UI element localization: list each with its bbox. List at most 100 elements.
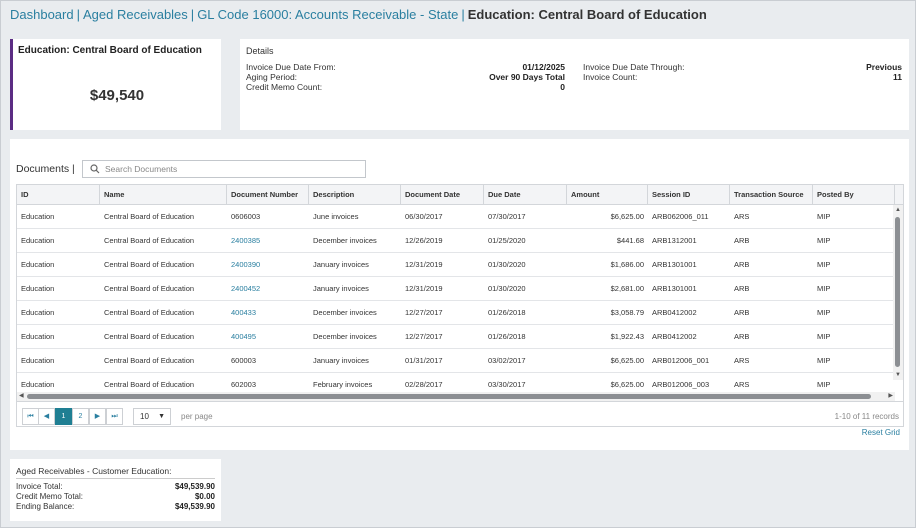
column-header-description[interactable]: Description bbox=[309, 185, 401, 205]
cell-session-id: ARB012006_001 bbox=[652, 356, 710, 365]
breadcrumb-separator: | bbox=[76, 7, 80, 22]
column-header-posted-by[interactable]: Posted By bbox=[813, 185, 895, 205]
scroll-right-icon[interactable]: ▶ bbox=[888, 392, 893, 401]
first-page-button[interactable]: ⏮ bbox=[22, 408, 39, 425]
page-2-button[interactable]: 2 bbox=[72, 408, 89, 425]
grid-header: ID Name Document Number Description Document… bbox=[17, 185, 903, 205]
cell-id: Education bbox=[21, 308, 55, 317]
vertical-scrollbar[interactable]: ▲ ▼ bbox=[893, 205, 903, 380]
cell-description: January invoices bbox=[313, 356, 369, 365]
cell-document-date: 12/31/2019 bbox=[405, 260, 443, 269]
table-row[interactable]: Education Central Board of Education 06060… bbox=[17, 205, 895, 229]
cell-document-number[interactable]: 400495 bbox=[227, 325, 309, 349]
cell-posted-by: MIP bbox=[817, 212, 831, 221]
cell-amount: $6,625.00 bbox=[610, 380, 644, 389]
breadcrumb-gl-code[interactable]: GL Code 16000: Accounts Receivable - Sta… bbox=[197, 7, 458, 22]
cell-document-number[interactable]: 2400452 bbox=[227, 277, 309, 301]
search-box[interactable] bbox=[82, 160, 366, 178]
prev-page-button[interactable]: ◀ bbox=[38, 408, 55, 425]
detail-label: Invoice Due Date From: bbox=[246, 62, 336, 72]
table-row[interactable]: Education Central Board of Education 24003… bbox=[17, 229, 895, 253]
cell-name: Central Board of Education bbox=[104, 212, 195, 221]
table-row[interactable]: Education Central Board of Education 60200… bbox=[17, 373, 895, 392]
cell-posted-by: MIP bbox=[817, 380, 831, 389]
breadcrumb-current: Education: Central Board of Education bbox=[467, 7, 707, 22]
cell-transaction-source: ARS bbox=[734, 212, 750, 221]
column-header-document-number[interactable]: Document Number bbox=[227, 185, 309, 205]
page-size-select[interactable]: 10 ▼ bbox=[133, 408, 171, 425]
summary-value: $49,539.90 bbox=[174, 502, 215, 511]
cell-document-date: 01/31/2017 bbox=[405, 356, 443, 365]
column-header-transaction-source[interactable]: Transaction Source bbox=[730, 185, 813, 205]
breadcrumb-dashboard[interactable]: Dashboard bbox=[10, 7, 74, 22]
breadcrumb-aged-receivables[interactable]: Aged Receivables bbox=[83, 7, 188, 22]
cell-id: Education bbox=[21, 236, 55, 245]
cell-name: Central Board of Education bbox=[104, 284, 195, 293]
column-header-id[interactable]: ID bbox=[17, 185, 100, 205]
documents-header: Documents | bbox=[16, 163, 75, 175]
cell-transaction-source: ARB bbox=[734, 308, 750, 317]
cell-id: Education bbox=[21, 260, 55, 269]
cell-document-number[interactable]: 2400390 bbox=[227, 253, 309, 277]
table-row[interactable]: Education Central Board of Education 24004… bbox=[17, 277, 895, 301]
next-page-icon: ▶ bbox=[94, 413, 101, 420]
page-1-button[interactable]: 1 bbox=[55, 408, 72, 425]
detail-value: 0 bbox=[560, 82, 565, 92]
search-documents-input[interactable] bbox=[105, 162, 360, 176]
table-row[interactable]: Education Central Board of Education 24003… bbox=[17, 253, 895, 277]
cell-transaction-source: ARS bbox=[734, 356, 750, 365]
cell-description: December invoices bbox=[313, 332, 377, 341]
detail-label: Aging Period: bbox=[246, 72, 298, 82]
scroll-up-icon[interactable]: ▲ bbox=[895, 207, 901, 213]
table-row[interactable]: Education Central Board of Education 40043… bbox=[17, 301, 895, 325]
column-header-amount[interactable]: Amount bbox=[567, 185, 648, 205]
cell-id: Education bbox=[21, 212, 55, 221]
cell-id: Education bbox=[21, 332, 55, 341]
cell-name: Central Board of Education bbox=[104, 236, 195, 245]
cell-document-number[interactable]: 400433 bbox=[227, 301, 309, 325]
cell-transaction-source: ARB bbox=[734, 260, 750, 269]
scroll-left-icon[interactable]: ◀ bbox=[19, 392, 24, 401]
pager: ⏮ ◀ 1 2 ▶ ⏭ 10 ▼ per page 1-10 of 11 rec… bbox=[17, 401, 903, 426]
cell-document-number[interactable]: 2400385 bbox=[227, 229, 309, 253]
cell-description: June invoices bbox=[313, 212, 359, 221]
scroll-down-icon[interactable]: ▼ bbox=[895, 372, 901, 378]
column-header-session-id[interactable]: Session ID bbox=[648, 185, 730, 205]
cell-session-id: ARB0412002 bbox=[652, 332, 697, 341]
cell-name: Central Board of Education bbox=[104, 356, 195, 365]
documents-grid: ID Name Document Number Description Document… bbox=[16, 184, 904, 427]
detail-label: Invoice Due Date Through: bbox=[583, 62, 685, 72]
cell-amount: $6,625.00 bbox=[610, 212, 644, 221]
cell-session-id: ARB062006_011 bbox=[652, 212, 709, 221]
reset-grid-link[interactable]: Reset Grid bbox=[862, 428, 900, 437]
cell-amount: $1,686.00 bbox=[610, 260, 644, 269]
cell-posted-by: MIP bbox=[817, 332, 831, 341]
cell-amount: $2,681.00 bbox=[610, 284, 644, 293]
details-title: Details bbox=[246, 46, 274, 56]
cell-due-date: 01/25/2020 bbox=[488, 236, 526, 245]
next-page-button[interactable]: ▶ bbox=[89, 408, 106, 425]
detail-label: Credit Memo Count: bbox=[246, 82, 323, 92]
last-page-icon: ⏭ bbox=[111, 413, 118, 420]
summary-value: $0.00 bbox=[194, 492, 215, 501]
horizontal-scroll-thumb[interactable] bbox=[27, 394, 871, 399]
horizontal-scrollbar[interactable]: ◀ ▶ bbox=[17, 392, 895, 401]
last-page-button[interactable]: ⏭ bbox=[106, 408, 123, 425]
first-page-icon: ⏮ bbox=[27, 413, 34, 420]
cell-document-date: 12/31/2019 bbox=[405, 284, 443, 293]
detail-value: Over 90 Days Total bbox=[489, 72, 565, 82]
cell-posted-by: MIP bbox=[817, 236, 831, 245]
column-header-document-date[interactable]: Document Date bbox=[401, 185, 484, 205]
cell-due-date: 03/30/2017 bbox=[488, 380, 526, 389]
records-count: 1-10 of 11 records bbox=[834, 412, 899, 421]
column-header-name[interactable]: Name bbox=[100, 185, 227, 205]
cell-document-number: 602003 bbox=[231, 380, 257, 389]
prev-page-icon: ◀ bbox=[43, 413, 50, 420]
table-row[interactable]: Education Central Board of Education 60000… bbox=[17, 349, 895, 373]
cell-amount: $6,625.00 bbox=[610, 356, 644, 365]
cell-name: Central Board of Education bbox=[104, 332, 195, 341]
table-row[interactable]: Education Central Board of Education 40049… bbox=[17, 325, 895, 349]
column-header-due-date[interactable]: Due Date bbox=[484, 185, 567, 205]
cell-session-id: ARB0412002 bbox=[652, 308, 697, 317]
vertical-scroll-thumb[interactable] bbox=[895, 217, 900, 367]
